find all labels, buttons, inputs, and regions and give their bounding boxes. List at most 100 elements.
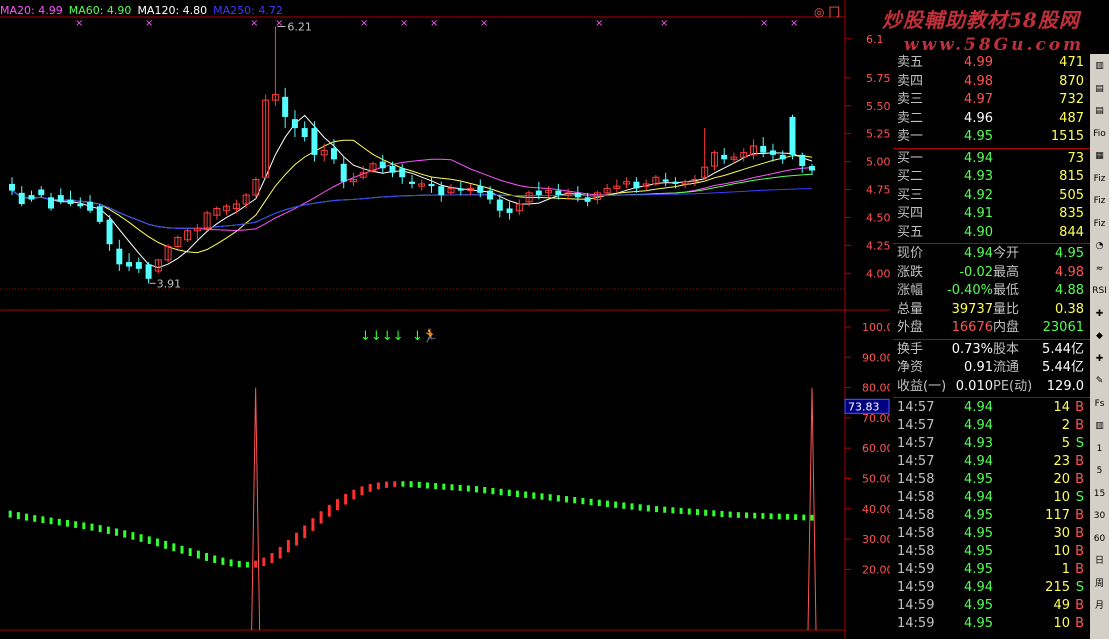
tick-row: 14:58 4.95 117 B	[893, 507, 1090, 525]
pencil-icon[interactable]: ✎	[1091, 373, 1108, 390]
stat-value: 129.0	[1046, 378, 1084, 394]
ask-label: 卖五	[897, 55, 924, 70]
tick-price: 4.95	[964, 544, 993, 559]
tick-volume: 20	[1053, 472, 1070, 487]
corner-mark[interactable]: ◎ 冂	[814, 3, 840, 20]
toolbar-button-Fiz[interactable]: Fiz	[1091, 193, 1108, 210]
candle-body	[116, 248, 123, 265]
toolbar-button-30[interactable]: 30	[1091, 508, 1108, 525]
toolbar-button-1[interactable]: 1	[1091, 441, 1108, 458]
tick-volume: 117	[1045, 508, 1070, 523]
indicator-axis-label: 60.00	[862, 442, 890, 455]
stat-label: 最高	[993, 264, 1020, 280]
diamond-icon[interactable]: ◆	[1091, 328, 1108, 345]
ask-label: 卖四	[897, 73, 924, 89]
toolbar-button-日[interactable]: 日	[1091, 553, 1108, 570]
plus-icon[interactable]: ✚	[1091, 306, 1108, 323]
candle-body	[77, 204, 84, 207]
current-value-label: 73.83	[848, 400, 880, 413]
toolbar-button-月[interactable]: 月	[1091, 598, 1108, 615]
wave-icon[interactable]: ≈	[1091, 261, 1108, 278]
bid-price: 4.94	[964, 150, 993, 166]
candle-body	[330, 148, 337, 160]
tick-volume: 10	[1053, 490, 1070, 505]
grid-icon[interactable]: ▦	[1091, 148, 1108, 165]
indicator-spike	[807, 387, 817, 631]
stat-row: 现价 4.94 今开 4.95	[893, 245, 1090, 263]
toolbar-button-Fs[interactable]: Fs	[1091, 396, 1108, 413]
top-marker: ×	[250, 18, 258, 29]
candle-body	[409, 181, 415, 184]
ask-price: 4.98	[964, 73, 993, 89]
ask-price: 4.99	[964, 55, 993, 70]
candle-body	[135, 262, 142, 269]
toolbar-button-Fiz[interactable]: Fiz	[1091, 216, 1108, 233]
tick-time: 14:57	[897, 436, 935, 451]
watermark-url: www.58Gu.com	[903, 35, 1085, 55]
stat-value: 4.94	[964, 246, 993, 261]
signal-arrows: ↓↓↓↓	[360, 329, 404, 344]
stat-row: 收益(一) 0.010 PE(动) 129.0	[893, 378, 1090, 396]
indicator-axis-label: 20.00	[862, 563, 890, 576]
stat-value: 0.91	[964, 360, 993, 375]
candle-body	[809, 166, 815, 171]
gauge-icon[interactable]: ◔	[1091, 238, 1108, 255]
tick-row: 14:57 4.94 14 B	[893, 399, 1090, 417]
stat-label: 净资	[897, 360, 924, 375]
tick-time: 14:58	[897, 544, 935, 559]
bid-volume: 815	[1059, 169, 1084, 184]
candle-body	[662, 179, 669, 182]
top-marker: ×	[595, 18, 603, 29]
toolbar-button-15[interactable]: 15	[1091, 486, 1108, 503]
tick-price: 4.93	[964, 436, 993, 451]
tick-volume: 1	[1061, 562, 1070, 577]
chart-area[interactable]: 6.1 5.75 5.50 5.25 5.00 4.75 4.50 4.25 4.00 × × × × ×…	[0, 0, 890, 639]
indicator-axis-label: 100.0	[862, 321, 890, 334]
tick-price: 4.95	[964, 616, 993, 631]
kline-chart[interactable]: 6.1 5.75 5.50 5.25 5.00 4.75 4.50 4.25 4.00 × × × × ×…	[0, 0, 890, 639]
tick-volume: 10	[1053, 544, 1070, 559]
top-marker: ×	[660, 18, 668, 29]
toolbar-button-周[interactable]: 周	[1091, 576, 1108, 593]
top-marker: ×	[75, 18, 83, 29]
chart-icon[interactable]: ▥	[1091, 418, 1108, 435]
candle-body	[633, 181, 640, 189]
candle-body	[282, 96, 289, 117]
top-marker: ×	[760, 18, 768, 29]
tick-price: 4.94	[964, 454, 993, 469]
chart-icon[interactable]: ▥	[1091, 58, 1108, 75]
ask-label: 卖三	[897, 92, 924, 107]
tick-time: 14:59	[897, 562, 935, 577]
toolbar-button-5[interactable]: 5	[1091, 463, 1108, 480]
candle-body	[760, 145, 767, 153]
ma-line-120	[11, 188, 813, 229]
bars-icon[interactable]: ▤	[1091, 81, 1108, 98]
candle-body	[535, 190, 542, 196]
toolbar-button-Fio[interactable]: Fio	[1091, 126, 1108, 143]
top-marker: ×	[480, 18, 488, 29]
bid-label: 买三	[897, 187, 924, 203]
bid-label: 买一	[897, 150, 924, 166]
bid-volume: 844	[1059, 224, 1084, 240]
high-label: 6.21	[287, 20, 312, 33]
tick-side: B	[1075, 400, 1084, 415]
plus-icon[interactable]: ✚	[1091, 351, 1108, 368]
top-marker: ×	[430, 18, 438, 29]
bid-label: 买五	[897, 224, 924, 240]
tick-row: 14:58 4.95 30 B	[893, 525, 1090, 543]
bid-row: 买三 4.92 505	[893, 187, 1090, 205]
tick-time: 14:59	[897, 580, 935, 595]
candle-body	[9, 183, 15, 191]
stat-row: 净资 0.91 流通 5.44亿	[893, 359, 1090, 377]
tick-row: 14:59 4.95 10 B	[893, 615, 1090, 633]
ask-row: 卖三 4.97 732	[893, 91, 1090, 109]
toolbar-button-Fiz[interactable]: Fiz	[1091, 171, 1108, 188]
candle-body	[438, 186, 445, 196]
toolbar-button-RSI[interactable]: RSI	[1091, 283, 1108, 300]
bars-icon[interactable]: ▤	[1091, 103, 1108, 120]
tick-price: 4.94	[964, 418, 993, 433]
candle-body	[769, 150, 776, 155]
price-axis-label: 4.75	[866, 184, 890, 197]
toolbar-button-60[interactable]: 60	[1091, 531, 1108, 548]
runner-icon: 🏃	[422, 328, 438, 344]
